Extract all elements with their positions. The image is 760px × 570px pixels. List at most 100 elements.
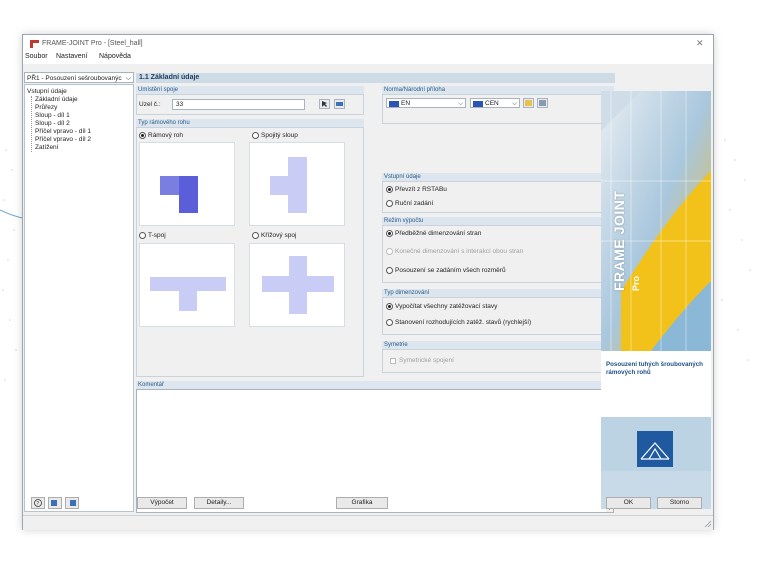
case-dropdown[interactable]: PŘ1 - Posouzení sešroubovanýc ⌵ [24,72,134,83]
radio-final-design-label: Konečné dimenzování s interakcí obou str… [395,248,524,255]
chevron-down-icon: ⌵ [125,75,131,82]
help-icon: ? [34,499,42,507]
eu-flag-icon [389,101,399,107]
edit-icon [525,100,532,106]
page-title: 1.1 Základní údaje [136,73,615,83]
radio-t-joint-label: T-spoj [148,232,166,239]
help-button[interactable]: ? [31,497,45,509]
resize-grip-icon[interactable] [703,519,712,528]
menu-settings[interactable]: Nastavení [56,53,88,60]
navigator-tree: Vstupní údaje Základní údaje Průřezy Slo… [24,84,134,512]
eu-flag-icon [473,101,483,107]
radio-continuous-column[interactable] [252,132,259,139]
continuous-column-shape [270,157,307,213]
tree-item-basic-data[interactable]: Základní údaje [35,96,78,103]
input-data-group: Převzít z RSTABu Ruční zadání [382,181,614,213]
tree-item-loads[interactable]: Zatížení [35,144,58,151]
import-icon [70,500,76,506]
radio-import-rstab[interactable] [386,186,393,193]
tree-item-column-2[interactable]: Sloup - díl 2 [35,120,70,127]
radio-preliminary-design-label: Předběžné dimenzování stran [395,230,482,237]
menu-file[interactable]: Soubor [25,53,48,60]
frame-corner-group: Rámový roh Spojitý sloup T-spoj Křížový … [136,127,364,377]
node-label: Uzel č.: [139,101,161,108]
tree-item-rafter-1[interactable]: Příčel vpravo - díl 1 [35,128,91,135]
norm-dropdown[interactable]: EN ⌵ [386,98,466,108]
node-info-button[interactable] [334,99,345,109]
main-content: Umístění spoje Uzel č.: 33 Typ rámového … [136,83,615,513]
app-window: FRAME-JOINT Pro - [Steel_hall] ✕ Soubor … [22,34,714,530]
radio-continuous-column-label: Spojitý sloup [261,132,298,139]
calc-mode-group: Předběžné dimenzování stran Konečné dime… [382,225,614,283]
export-button[interactable] [48,497,62,509]
symmetry-checkbox[interactable] [390,358,396,364]
radio-full-dimension-check[interactable] [386,267,393,274]
banner-brand: FRAME JOINT [611,190,627,291]
design-type-group: Vypočítat všechny zatěžovací stavy Stano… [382,297,614,335]
symmetry-title: Symetrie [382,341,614,349]
case-dropdown-value: PŘ1 - Posouzení sešroubovanýc [27,75,122,82]
export-icon [51,500,57,506]
close-icon[interactable]: ✕ [696,38,704,49]
symmetry-group: Symetrické spojení [382,349,614,373]
cancel-button[interactable]: Storno [657,497,702,509]
comment-title: Komentář [136,381,614,389]
new-annex-button[interactable] [537,98,548,108]
radio-preliminary-design[interactable] [386,230,393,237]
symmetry-checkbox-label: Symetrické spojení [399,357,454,364]
menu-bar: Soubor Nastavení Nápověda [23,52,713,64]
calculate-button[interactable]: Výpočet [137,497,187,509]
status-bar [23,515,713,530]
radio-governing-load-cases-label: Stanovení rozhodujících zatěž. stavů (ry… [395,319,532,326]
tree-root[interactable]: Vstupní údaje [27,88,67,95]
pick-node-button[interactable] [319,99,330,109]
view-icon [336,102,343,106]
radio-cross-joint[interactable] [252,232,259,239]
joint-location-group: Uzel č.: 33 [136,94,364,115]
tree-item-sections[interactable]: Průřezy [35,104,57,111]
joint-location-title: Umístění spoje [136,86,364,94]
radio-manual-input[interactable] [386,200,393,207]
comment-textarea[interactable] [136,389,614,513]
chevron-down-icon: ⌵ [458,100,463,107]
cursor-pick-icon [322,101,327,107]
tree-item-column-1[interactable]: Sloup - díl 1 [35,112,70,119]
menu-help[interactable]: Nápověda [99,53,131,60]
t-joint-shape [150,277,226,311]
title-bar: FRAME-JOINT Pro - [Steel_hall] ✕ [23,35,713,52]
radio-full-dimension-check-label: Posouzení se zadáním všech rozměrů [395,267,506,274]
cross-joint-shape [262,256,334,314]
standard-title: Norma/Národní příloha [382,86,614,94]
app-logo-icon [30,40,39,48]
radio-all-load-cases-label: Vypočítat všechny zatěžovací stavy [395,303,498,310]
banner-graphic [601,91,711,509]
calc-mode-title: Režim výpočtu [382,217,614,225]
standard-group: EN ⌵ CEN ⌵ [382,94,614,124]
window-title: FRAME-JOINT Pro - [Steel_hall] [42,40,143,47]
annex-dropdown[interactable]: CEN ⌵ [470,98,520,108]
svg-text:?: ? [36,501,39,507]
import-button[interactable] [65,497,79,509]
radio-import-rstab-label: Převzít z RSTABu [395,186,447,193]
frame-corner-title: Typ rámového rohu [136,119,364,127]
design-type-title: Typ dimenzování [382,289,614,297]
product-banner: FRAME JOINT Pro Posouzení tuhých šroubov… [601,91,711,509]
radio-cross-joint-label: Křížový spoj [261,232,297,239]
radio-t-joint[interactable] [139,232,146,239]
radio-governing-load-cases[interactable] [386,319,393,326]
graphics-button[interactable]: Grafika [336,497,388,509]
preview-t-joint [139,243,235,327]
radio-final-design[interactable] [386,248,393,255]
tree-connector [31,96,32,152]
preview-frame-corner [139,142,235,226]
ok-button[interactable]: OK [606,497,651,509]
radio-frame-corner-label: Rámový roh [148,132,184,139]
banner-sub: Pro [631,275,641,291]
details-button[interactable]: Detaily... [194,497,244,509]
radio-frame-corner[interactable] [139,132,146,139]
tree-item-rafter-2[interactable]: Příčel vpravo - díl 2 [35,136,91,143]
radio-manual-input-label: Ruční zadání [395,200,434,207]
edit-annex-button[interactable] [523,98,534,108]
radio-all-load-cases[interactable] [386,303,393,310]
node-number-input[interactable]: 33 [172,99,305,110]
